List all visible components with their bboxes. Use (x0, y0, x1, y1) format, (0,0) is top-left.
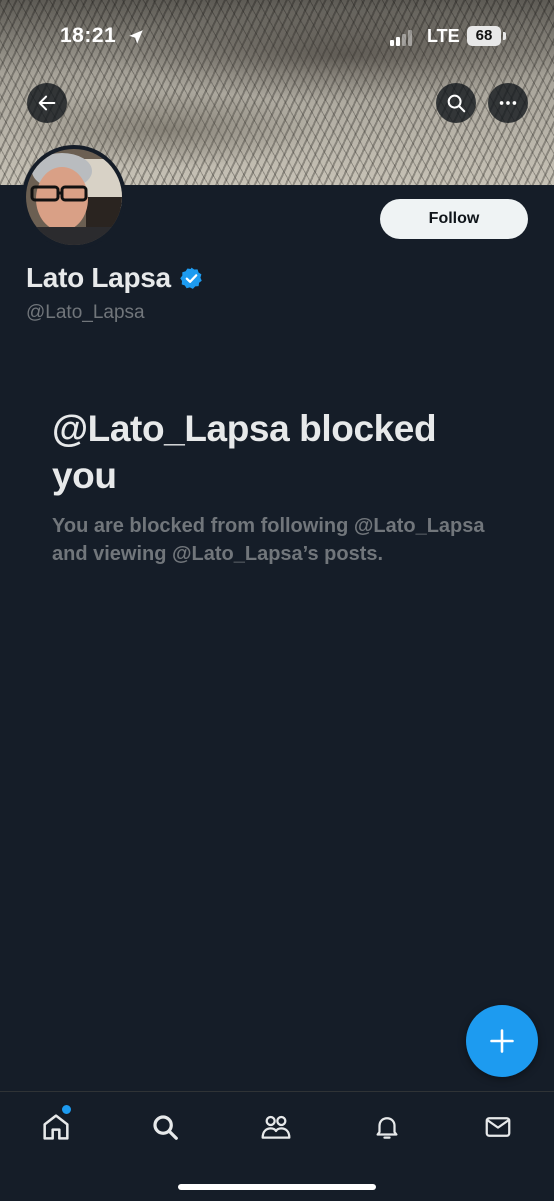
compose-post-button[interactable] (466, 1005, 538, 1077)
tab-search[interactable] (147, 1109, 183, 1145)
back-arrow-icon (38, 95, 56, 111)
status-time: 18:21 (60, 24, 117, 47)
battery-cap (503, 32, 506, 40)
notifications-icon (376, 1117, 398, 1139)
home-notification-dot (61, 1104, 72, 1115)
search-button[interactable] (436, 83, 476, 123)
tab-messages[interactable] (480, 1109, 516, 1145)
blocked-title: @Lato_Lapsa blocked you (52, 408, 437, 496)
tab-communities[interactable] (258, 1109, 294, 1145)
profile-avatar[interactable] (22, 145, 126, 249)
status-bar: 18:21 LTE 68 (0, 0, 554, 76)
search-icon (153, 1115, 178, 1140)
network-type: LTE (427, 26, 460, 46)
profile-handle: @Lato_Lapsa (26, 302, 145, 323)
home-indicator (178, 1184, 376, 1190)
display-name: Lato Lapsa (26, 262, 171, 293)
search-icon (447, 94, 466, 113)
avatar-photo (26, 149, 122, 245)
display-name-row: Lato Lapsa (26, 262, 204, 294)
verified-badge-icon[interactable] (179, 266, 204, 291)
battery-indicator: 68 (467, 26, 501, 46)
cellular-signal-icon (390, 30, 412, 46)
more-icon (499, 101, 517, 105)
follow-button[interactable]: Follow (380, 199, 528, 239)
more-options-button[interactable] (488, 83, 528, 123)
blocked-description: You are blocked from following @Lato_Lap… (52, 515, 485, 565)
plus-icon (490, 1029, 514, 1053)
communities-icon (261, 1115, 291, 1139)
back-button[interactable] (27, 83, 67, 123)
home-icon (43, 1114, 69, 1140)
tab-notifications[interactable] (369, 1109, 405, 1145)
messages-icon (485, 1117, 511, 1137)
location-arrow-icon (129, 30, 143, 44)
